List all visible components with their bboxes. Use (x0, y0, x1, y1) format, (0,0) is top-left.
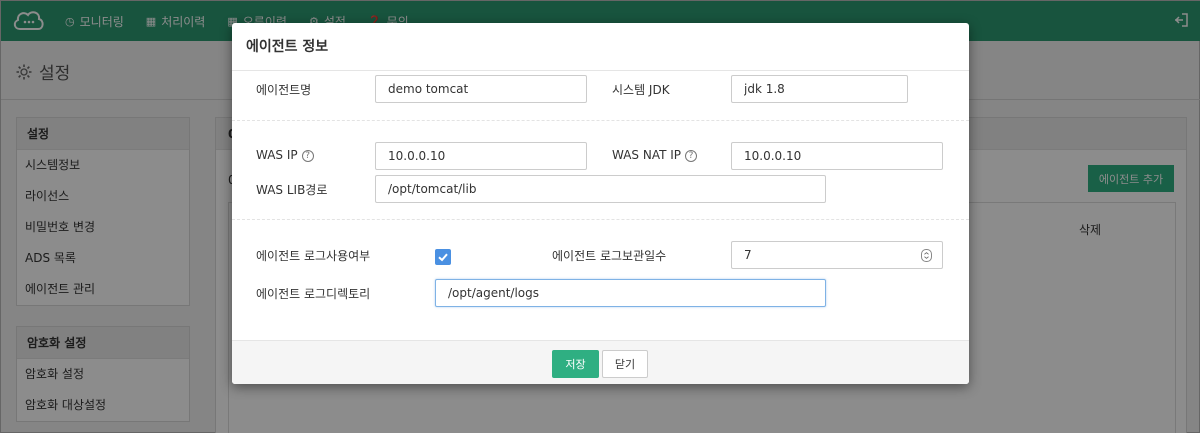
was-ip-label: WAS IP? (256, 148, 314, 162)
save-button[interactable]: 저장 (552, 350, 599, 378)
was-lib-label: WAS LIB경로 (256, 183, 328, 197)
log-use-checkbox[interactable] (435, 249, 451, 265)
agent-info-modal: 에이전트 정보 에이전트명 시스템 JDK WAS IP? WAS NAT IP… (232, 23, 969, 384)
log-days-input[interactable]: 7 (731, 241, 943, 269)
jdk-label: 시스템 JDK (612, 83, 670, 97)
was-lib-path-input[interactable] (375, 175, 826, 203)
was-ip-label-text: WAS IP (256, 148, 298, 162)
was-nat-ip-input[interactable] (731, 142, 943, 170)
number-spinner-icon[interactable] (921, 249, 932, 262)
help-icon[interactable]: ? (301, 150, 314, 162)
modal-title: 에이전트 정보 (232, 23, 969, 71)
close-button[interactable]: 닫기 (602, 350, 648, 378)
log-days-value: 7 (744, 248, 752, 262)
section-divider (232, 120, 969, 121)
modal-footer: 저장 닫기 (232, 340, 969, 384)
check-icon (438, 253, 448, 262)
log-use-label: 에이전트 로그사용여부 (256, 249, 371, 263)
was-ip-input[interactable] (375, 142, 587, 170)
section-divider (232, 219, 969, 220)
agent-name-input[interactable] (375, 75, 587, 103)
was-nat-ip-label: WAS NAT IP? (612, 148, 698, 162)
agent-name-label: 에이전트명 (256, 83, 312, 97)
jdk-input[interactable] (731, 75, 908, 103)
log-dir-input[interactable] (435, 279, 826, 307)
log-dir-label: 에이전트 로그디렉토리 (256, 287, 371, 301)
help-icon[interactable]: ? (685, 150, 698, 162)
was-nat-ip-label-text: WAS NAT IP (612, 148, 682, 162)
log-days-label: 에이전트 로그보관일수 (552, 249, 667, 263)
